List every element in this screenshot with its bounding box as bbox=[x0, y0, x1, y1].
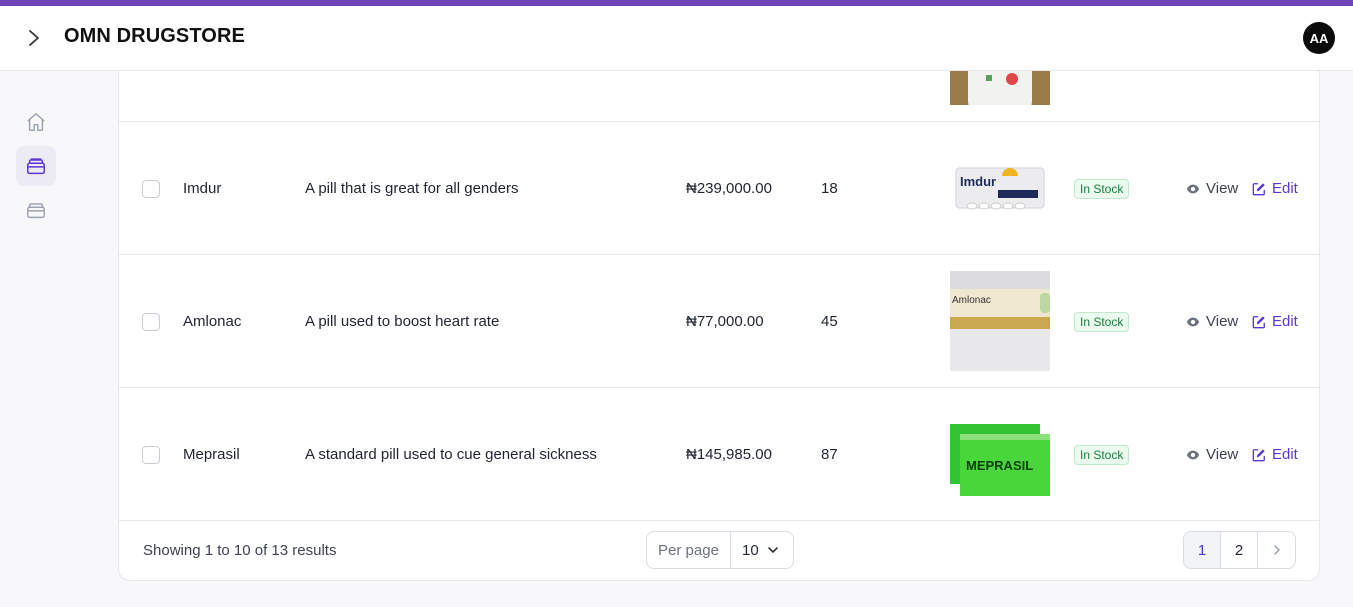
edit-label: Edit bbox=[1272, 446, 1298, 463]
product-quantity: 45 bbox=[821, 313, 838, 330]
table-row: Amlonac A pill used to boost heart rate … bbox=[119, 255, 1319, 388]
view-label: View bbox=[1206, 446, 1239, 463]
edit-icon bbox=[1252, 182, 1265, 195]
edit-icon bbox=[1252, 448, 1265, 461]
product-image bbox=[950, 71, 1050, 105]
stock-status-badge: In Stock bbox=[1074, 445, 1130, 465]
page-button-1[interactable]: 1 bbox=[1184, 532, 1221, 568]
product-price: ₦145,985.00 bbox=[686, 446, 772, 463]
per-page-value: 10 bbox=[742, 541, 759, 559]
view-label: View bbox=[1206, 313, 1239, 330]
per-page-select[interactable]: 10 bbox=[731, 532, 793, 568]
product-price: ₦77,000.00 bbox=[686, 313, 764, 330]
products-table-panel: Imdur A pill that is great for all gende… bbox=[118, 71, 1320, 581]
table-row bbox=[119, 71, 1319, 122]
home-icon bbox=[27, 113, 45, 131]
expand-sidebar-icon[interactable] bbox=[24, 26, 44, 50]
page-button-2[interactable]: 2 bbox=[1221, 532, 1258, 568]
orders-icon bbox=[27, 203, 45, 219]
pagination: 1 2 bbox=[1183, 531, 1296, 569]
view-button[interactable]: View bbox=[1186, 180, 1238, 197]
view-button[interactable]: View bbox=[1186, 313, 1238, 330]
product-quantity: 18 bbox=[821, 180, 838, 197]
sidebar bbox=[0, 71, 72, 607]
sidebar-item-home[interactable] bbox=[16, 102, 56, 142]
stock-status-badge: In Stock bbox=[1074, 179, 1130, 199]
product-image-label: Amlonac bbox=[952, 295, 991, 306]
product-image-label: Imdur bbox=[960, 174, 996, 189]
product-name: Meprasil bbox=[183, 446, 240, 463]
sidebar-item-orders[interactable] bbox=[16, 190, 56, 230]
table-footer: Showing 1 to 10 of 13 results Per page 1… bbox=[119, 520, 1319, 580]
table-row: Meprasil A standard pill used to cue gen… bbox=[119, 388, 1319, 521]
product-description: A pill used to boost heart rate bbox=[305, 313, 500, 330]
app-title: OMN DRUGSTORE bbox=[64, 25, 245, 47]
row-checkbox[interactable] bbox=[142, 313, 160, 331]
edit-button[interactable]: Edit bbox=[1252, 180, 1298, 197]
edit-icon bbox=[1252, 315, 1265, 328]
product-quantity: 87 bbox=[821, 446, 838, 463]
edit-label: Edit bbox=[1272, 313, 1298, 330]
results-summary: Showing 1 to 10 of 13 results bbox=[143, 542, 337, 559]
eye-icon bbox=[1186, 184, 1200, 193]
eye-icon bbox=[1186, 317, 1200, 326]
eye-icon bbox=[1186, 450, 1200, 459]
chevron-right-icon bbox=[1273, 545, 1280, 555]
view-button[interactable]: View bbox=[1186, 446, 1238, 463]
row-checkbox[interactable] bbox=[142, 446, 160, 464]
row-checkbox[interactable] bbox=[142, 180, 160, 198]
next-page-button[interactable] bbox=[1258, 532, 1295, 568]
product-description: A pill that is great for all genders bbox=[305, 180, 519, 197]
product-image: Imdur bbox=[950, 138, 1050, 238]
product-name: Imdur bbox=[183, 180, 222, 197]
product-image-label: MEPRASIL bbox=[966, 458, 1033, 473]
chevron-down-icon bbox=[768, 547, 778, 554]
product-name: Amlonac bbox=[183, 313, 242, 330]
edit-label: Edit bbox=[1272, 180, 1298, 197]
per-page-control: Per page 10 bbox=[646, 531, 794, 569]
user-avatar[interactable]: AA bbox=[1303, 22, 1335, 54]
product-image: Amlonac bbox=[950, 271, 1050, 371]
product-description: A standard pill used to cue general sick… bbox=[305, 446, 597, 463]
product-price: ₦239,000.00 bbox=[686, 180, 772, 197]
edit-button[interactable]: Edit bbox=[1252, 446, 1298, 463]
product-image: MEPRASIL bbox=[950, 404, 1050, 504]
table-row: Imdur A pill that is great for all gende… bbox=[119, 122, 1319, 255]
app-header: OMN DRUGSTORE AA bbox=[0, 6, 1353, 71]
edit-button[interactable]: Edit bbox=[1252, 313, 1298, 330]
stock-status-badge: In Stock bbox=[1074, 312, 1130, 332]
products-icon bbox=[27, 158, 45, 175]
sidebar-item-products[interactable] bbox=[16, 146, 56, 186]
per-page-label: Per page bbox=[647, 532, 731, 568]
view-label: View bbox=[1206, 180, 1239, 197]
